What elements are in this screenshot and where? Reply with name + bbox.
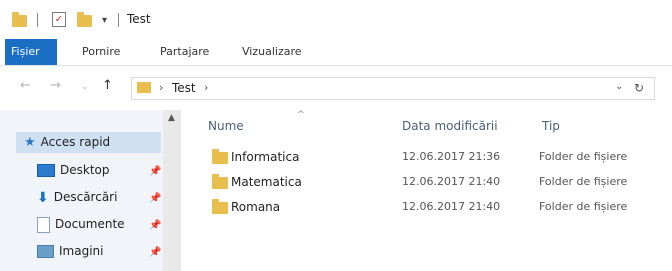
document-icon xyxy=(37,216,50,233)
desktop-icon xyxy=(37,164,55,177)
file-name: Matematica xyxy=(231,175,302,189)
breadcrumb-separator[interactable]: › xyxy=(159,81,163,94)
column-header-name[interactable]: Nume xyxy=(208,119,244,133)
tab-share[interactable]: Partajare xyxy=(150,39,219,65)
folder-icon xyxy=(212,199,228,214)
ribbon: Fișier Pornire Partajare Vizualizare xyxy=(0,39,672,66)
breadcrumb-separator[interactable]: › xyxy=(204,81,208,94)
refresh-icon[interactable]: ↻ xyxy=(634,81,644,95)
table-row[interactable]: Matematica 12.06.2017 21:40 Folder de fi… xyxy=(203,172,672,196)
scroll-up-icon[interactable]: ▲ xyxy=(168,113,175,123)
sidebar-item-images[interactable]: Imagini xyxy=(37,240,103,262)
sidebar-item-documents[interactable]: Documente xyxy=(37,213,125,235)
download-icon: ⬇ xyxy=(37,189,49,206)
address-row: ← → ⌄ ↑ › Test › ⌄ ↻ xyxy=(0,74,672,102)
sidebar-item-label: Desktop xyxy=(60,163,110,177)
toolbar-separator xyxy=(118,13,119,27)
sidebar-item-quick-access[interactable]: ★ Acces rapid xyxy=(24,131,110,153)
chevron-down-icon[interactable]: ⌄ xyxy=(615,81,623,92)
sidebar-item-label: Documente xyxy=(55,217,125,231)
star-icon: ★ xyxy=(24,134,36,150)
back-icon[interactable]: ← xyxy=(20,78,31,93)
table-row[interactable]: Romana 12.06.2017 21:40 Folder de fișier… xyxy=(203,197,672,221)
pin-icon[interactable]: 📌 xyxy=(149,220,161,231)
image-icon xyxy=(37,245,54,258)
file-name: Informatica xyxy=(231,150,300,164)
tab-file[interactable]: Fișier xyxy=(5,39,57,65)
recent-locations-icon[interactable]: ⌄ xyxy=(81,82,89,92)
column-header-date[interactable]: Data modificării xyxy=(402,119,498,133)
pin-icon[interactable]: 📌 xyxy=(149,247,161,258)
file-name: Romana xyxy=(231,200,281,214)
table-row[interactable]: Informatica 12.06.2017 21:36 Folder de f… xyxy=(203,147,672,171)
file-type: Folder de fișiere xyxy=(539,175,628,188)
file-date: 12.06.2017 21:40 xyxy=(402,200,501,213)
sort-ascending-icon: ^ xyxy=(297,110,305,120)
customize-toolbar-icon[interactable]: ▾ xyxy=(102,15,107,27)
sidebar-item-label: Imagini xyxy=(59,244,104,258)
pin-icon[interactable]: 📌 xyxy=(149,193,161,204)
file-date: 12.06.2017 21:40 xyxy=(402,175,501,188)
file-type: Folder de fișiere xyxy=(539,200,628,213)
toolbar-separator xyxy=(37,13,38,27)
window-title: Test xyxy=(127,12,151,26)
properties-icon[interactable]: ✓ xyxy=(52,12,66,27)
folder-icon xyxy=(137,82,151,93)
forward-icon[interactable]: → xyxy=(50,78,61,93)
sidebar-item-label: Descărcări xyxy=(53,190,118,204)
file-date: 12.06.2017 21:36 xyxy=(402,150,501,163)
sidebar-item-downloads[interactable]: ⬇ Descărcări xyxy=(37,186,117,208)
title-bar: ✓ ▾ Test xyxy=(0,0,672,36)
column-header-type[interactable]: Tip xyxy=(542,119,560,133)
address-bar[interactable]: › Test › ⌄ ↻ xyxy=(131,77,655,100)
sidebar-item-desktop[interactable]: Desktop xyxy=(37,159,110,181)
folder-icon[interactable] xyxy=(12,12,27,27)
file-type: Folder de fișiere xyxy=(539,150,628,163)
sidebar-item-label: Acces rapid xyxy=(40,135,111,149)
navigation-scrollbar[interactable] xyxy=(163,110,181,271)
tab-view[interactable]: Vizualizare xyxy=(232,39,312,65)
folder-icon xyxy=(212,174,228,189)
up-icon[interactable]: ↑ xyxy=(102,78,113,93)
pin-icon[interactable]: 📌 xyxy=(149,166,161,177)
breadcrumb-test[interactable]: Test xyxy=(172,81,196,95)
tab-home[interactable]: Pornire xyxy=(72,39,130,65)
new-folder-icon[interactable] xyxy=(77,12,92,27)
folder-icon xyxy=(212,149,228,164)
